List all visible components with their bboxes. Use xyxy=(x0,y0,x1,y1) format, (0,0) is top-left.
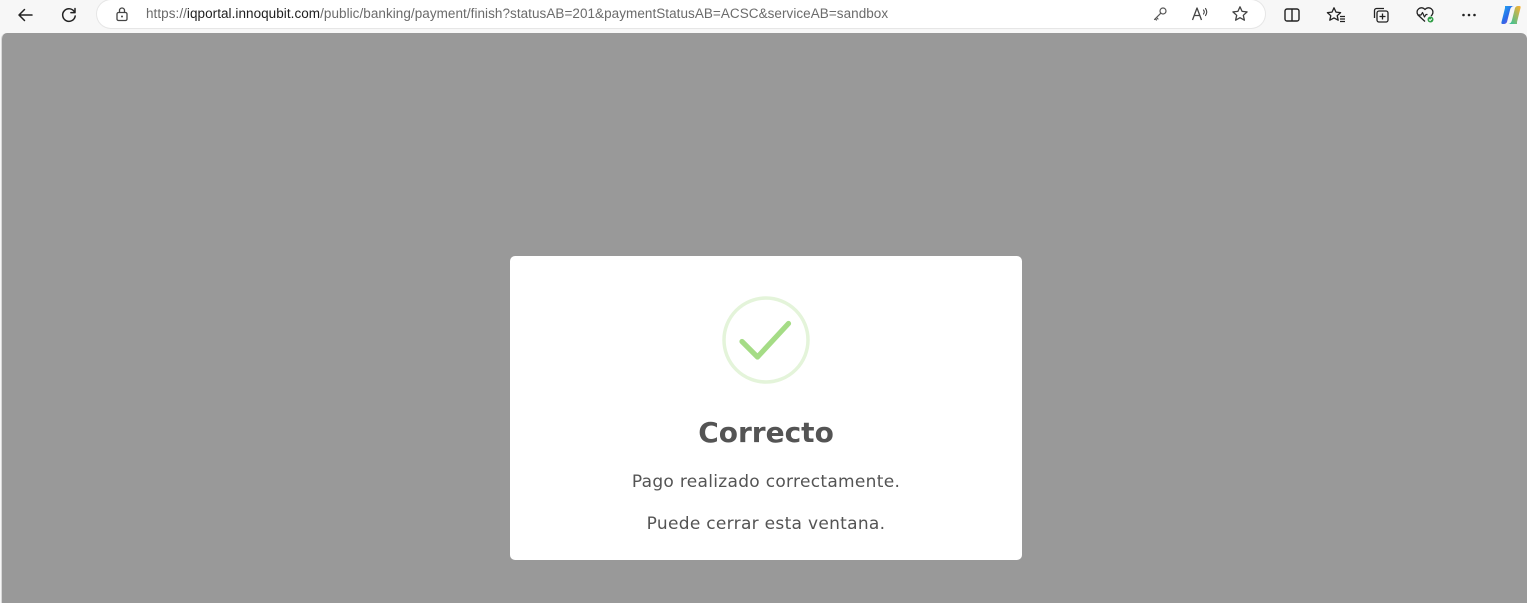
dialog-message: Pago realizado correctamente. xyxy=(631,472,901,492)
more-icon xyxy=(1462,13,1476,17)
url-text[interactable]: https://iqportal.innoqubit.com/public/ba… xyxy=(146,6,888,21)
split-screen-icon xyxy=(1284,8,1300,22)
read-aloud-icon[interactable] xyxy=(1189,4,1211,24)
dialog-note: Puede cerrar esta ventana. xyxy=(646,514,886,534)
split-screen-button[interactable] xyxy=(1277,2,1307,28)
collections-button[interactable] xyxy=(1366,2,1396,28)
lock-icon[interactable] xyxy=(115,6,129,26)
success-dialog: Correcto Pago realizado correctamente. P… xyxy=(510,256,1022,560)
address-bar[interactable]: https://iqportal.innoqubit.com/public/ba… xyxy=(97,0,1265,28)
copilot-button[interactable] xyxy=(1496,2,1526,28)
arrow-left-icon xyxy=(18,8,33,22)
back-button[interactable] xyxy=(10,2,40,28)
page-overlay: Correcto Pago realizado correctamente. P… xyxy=(1,33,1527,603)
performance-button[interactable] xyxy=(1410,2,1440,28)
collections-icon xyxy=(1373,7,1389,23)
success-indicator xyxy=(722,296,810,384)
refresh-button[interactable] xyxy=(54,2,84,28)
key-icon[interactable] xyxy=(1149,4,1171,24)
browser-toolbar: https://iqportal.innoqubit.com/public/ba… xyxy=(0,0,1527,33)
favorites-icon xyxy=(1326,7,1345,23)
favorites-button[interactable] xyxy=(1321,2,1351,28)
url-prefix: https:// xyxy=(146,6,187,21)
url-path: /public/banking/payment/finish?statusAB=… xyxy=(320,6,889,21)
refresh-icon xyxy=(62,7,76,23)
dialog-title: Correcto xyxy=(698,416,834,449)
url-host: iqportal.innoqubit.com xyxy=(186,6,321,21)
checkmark-icon xyxy=(722,296,810,384)
heart-pulse-icon xyxy=(1416,7,1434,23)
star-icon[interactable] xyxy=(1229,4,1251,24)
more-button[interactable] xyxy=(1454,2,1484,28)
copilot-icon xyxy=(1501,6,1521,24)
